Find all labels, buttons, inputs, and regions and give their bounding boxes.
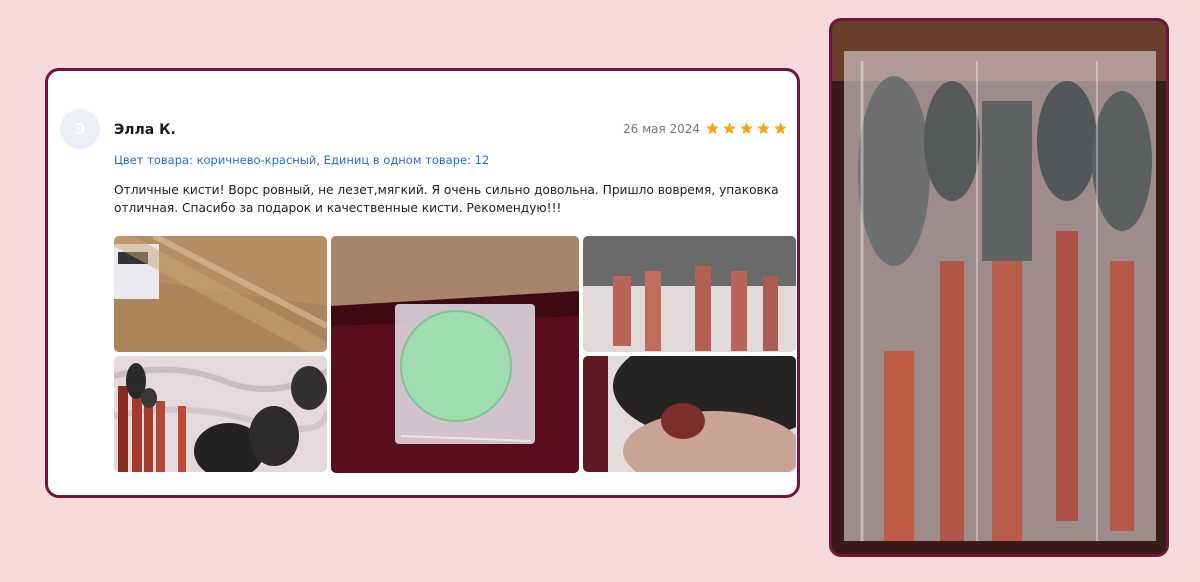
sponge-in-bag-photo[interactable] bbox=[331, 236, 579, 473]
brush-touch-hand-photo[interactable] bbox=[583, 356, 796, 472]
brushes-on-fabric-photo[interactable] bbox=[114, 356, 327, 472]
review-card: Э Элла К. 26 мая 2024 Цвет товара: корич… bbox=[45, 68, 800, 498]
review-author: Элла К. bbox=[114, 122, 176, 138]
review-date: 26 мая 2024 bbox=[623, 122, 701, 136]
star-icon bbox=[722, 121, 737, 136]
wrapped-brushes-photo[interactable] bbox=[583, 236, 796, 352]
product-variant-info[interactable]: Цвет товара: коричнево-красный, Единиц в… bbox=[114, 153, 489, 167]
brushes-package-closeup-photo[interactable] bbox=[829, 18, 1169, 557]
star-icon bbox=[705, 121, 720, 136]
rating-stars bbox=[705, 121, 788, 136]
cardboard-package-photo[interactable] bbox=[114, 236, 327, 352]
star-icon bbox=[756, 121, 771, 136]
review-text: Отличные кисти! Ворс ровный, не лезет,мя… bbox=[114, 183, 779, 215]
star-icon bbox=[739, 121, 754, 136]
star-icon bbox=[773, 121, 788, 136]
avatar: Э bbox=[60, 109, 100, 149]
